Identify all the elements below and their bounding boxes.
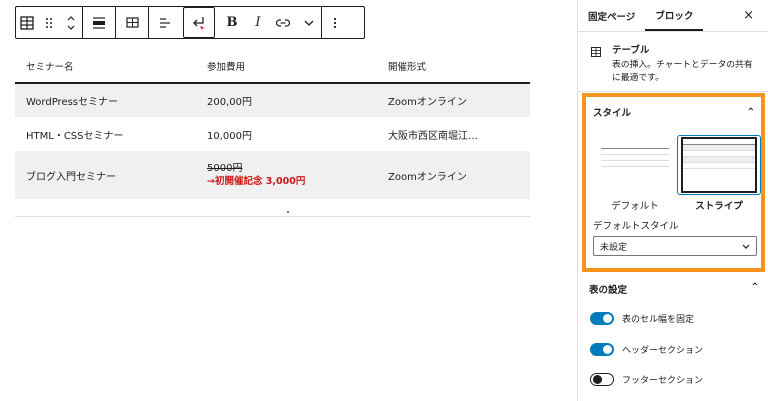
settings-sidebar: 固定ページ ブロック × テーブル 表の挿入。チャートとデータの共有に最適です。… [577,0,768,401]
caption-placeholder-dot [287,211,289,213]
edit-table-icon[interactable] [116,7,148,38]
italic-label: I [255,15,261,30]
table-settings-header[interactable]: 表の設定 ⌃ [589,282,759,296]
styles-heading: スタイル [593,108,632,119]
table-cell-price[interactable]: 5000円 →初開催記念 3,000円 [196,151,377,199]
toolbar-group-text: B I [149,7,321,38]
table-cell[interactable]: 大阪市西区南堀江… [377,117,530,151]
table-header-row: セミナー名 参加費用 開催形式 [15,50,530,84]
header-cell-name[interactable]: セミナー名 [15,50,196,84]
header-cell-format[interactable]: 開催形式 [377,50,530,84]
table-cell[interactable]: HTML・CSSセミナー [15,117,196,151]
default-style-label: デフォルトスタイル [593,221,679,232]
toggle-label: ヘッダーセクション [622,346,704,356]
chevron-up-icon[interactable]: ⌃ [747,107,755,118]
tab-page[interactable]: 固定ページ [578,0,645,31]
table-cell[interactable]: 10,000円 [196,117,377,151]
drag-handle-icon[interactable] [38,7,60,38]
link-icon[interactable] [269,7,297,38]
align-wide-icon[interactable] [83,7,115,38]
styles-panel-header[interactable]: スタイル ⌃ [586,97,761,127]
chevron-down-icon[interactable] [297,7,321,38]
toolbar-group-block [16,7,83,38]
toolbar-group-more [321,7,348,38]
italic-button[interactable]: I [247,7,269,38]
style-option-stripes[interactable]: ストライプ [677,135,761,212]
toggle-label: 表のセル幅を固定 [622,315,695,325]
block-description: 表の挿入。チャートとデータの共有に最適です。 [611,60,753,83]
table-cell[interactable]: ブログ入門セミナー [15,151,196,199]
default-style-value: 未設定 [600,242,628,253]
block-card: テーブル 表の挿入。チャートとデータの共有に最適です。 [578,32,768,92]
table-block[interactable]: セミナー名 参加費用 開催形式 WordPressセミナー 200,00円 Zo… [15,50,530,217]
enter-icon[interactable] [183,7,215,38]
block-card-text: テーブル 表の挿入。チャートとデータの共有に最適です。 [611,42,756,83]
toggle-switch[interactable] [590,373,614,386]
align-text-icon[interactable] [149,7,181,38]
table-row: ブログ入門セミナー 5000円 →初開催記念 3,000円 Zoomオンライン [15,151,530,199]
toggle-label: フッターセクション [622,376,704,386]
styles-panel: スタイル ⌃ デフォルト ストライプ デフォルトスタイル 未設定 [582,93,765,272]
table-caption-area[interactable] [15,199,530,217]
table-cell[interactable]: Zoomオンライン [377,83,530,117]
table-settings-heading: 表の設定 [589,285,628,296]
mini-table-preview [601,143,669,187]
old-price: 5000円 [207,163,243,174]
style-options: デフォルト ストライプ [586,135,761,212]
style-preview-stripes [677,135,761,195]
sale-price: →初開催記念 3,000円 [207,176,306,187]
style-option-default[interactable]: デフォルト [593,135,677,212]
table-cell[interactable]: Zoomオンライン [377,151,530,199]
close-icon[interactable]: × [743,8,754,23]
toggle-knob [592,374,602,384]
toggle-fixed-width[interactable]: 表のセル幅を固定 [590,312,694,325]
toggle-switch[interactable] [590,343,614,356]
header-cell-price[interactable]: 参加費用 [196,50,377,84]
toolbar-group-table [116,7,149,38]
chevron-up-icon[interactable]: ⌃ [751,282,759,296]
data-table: セミナー名 参加費用 開催形式 WordPressセミナー 200,00円 Zo… [15,50,530,199]
toggle-knob [603,314,612,323]
table-icon [591,47,601,57]
block-title: テーブル [611,45,650,56]
default-style-select[interactable]: 未設定 [593,236,757,256]
block-toolbar: B I [15,6,365,39]
table-icon[interactable] [16,7,38,38]
chevron-down-icon [742,244,750,249]
sidebar-tabs: 固定ページ ブロック × [578,0,768,32]
toggle-header-section[interactable]: ヘッダーセクション [590,343,703,356]
toggle-switch[interactable] [590,312,614,325]
table-cell[interactable]: 200,00円 [196,83,377,117]
table-row: WordPressセミナー 200,00円 Zoomオンライン [15,83,530,117]
bold-button[interactable]: B [217,7,247,38]
style-label-default: デフォルト [611,201,659,212]
more-options-icon[interactable] [322,7,348,38]
bold-label: B [226,15,238,30]
table-cell[interactable]: WordPressセミナー [15,83,196,117]
table-row: HTML・CSSセミナー 10,000円 大阪市西区南堀江… [15,117,530,151]
toggle-knob [603,345,612,354]
style-preview-default [593,135,677,195]
toolbar-group-align [83,7,116,38]
tab-block[interactable]: ブロック [645,0,704,31]
style-label-stripes: ストライプ [695,201,743,212]
move-up-down-icon[interactable] [60,7,82,38]
mini-table-preview [681,137,757,193]
toggle-footer-section[interactable]: フッターセクション [590,373,703,386]
